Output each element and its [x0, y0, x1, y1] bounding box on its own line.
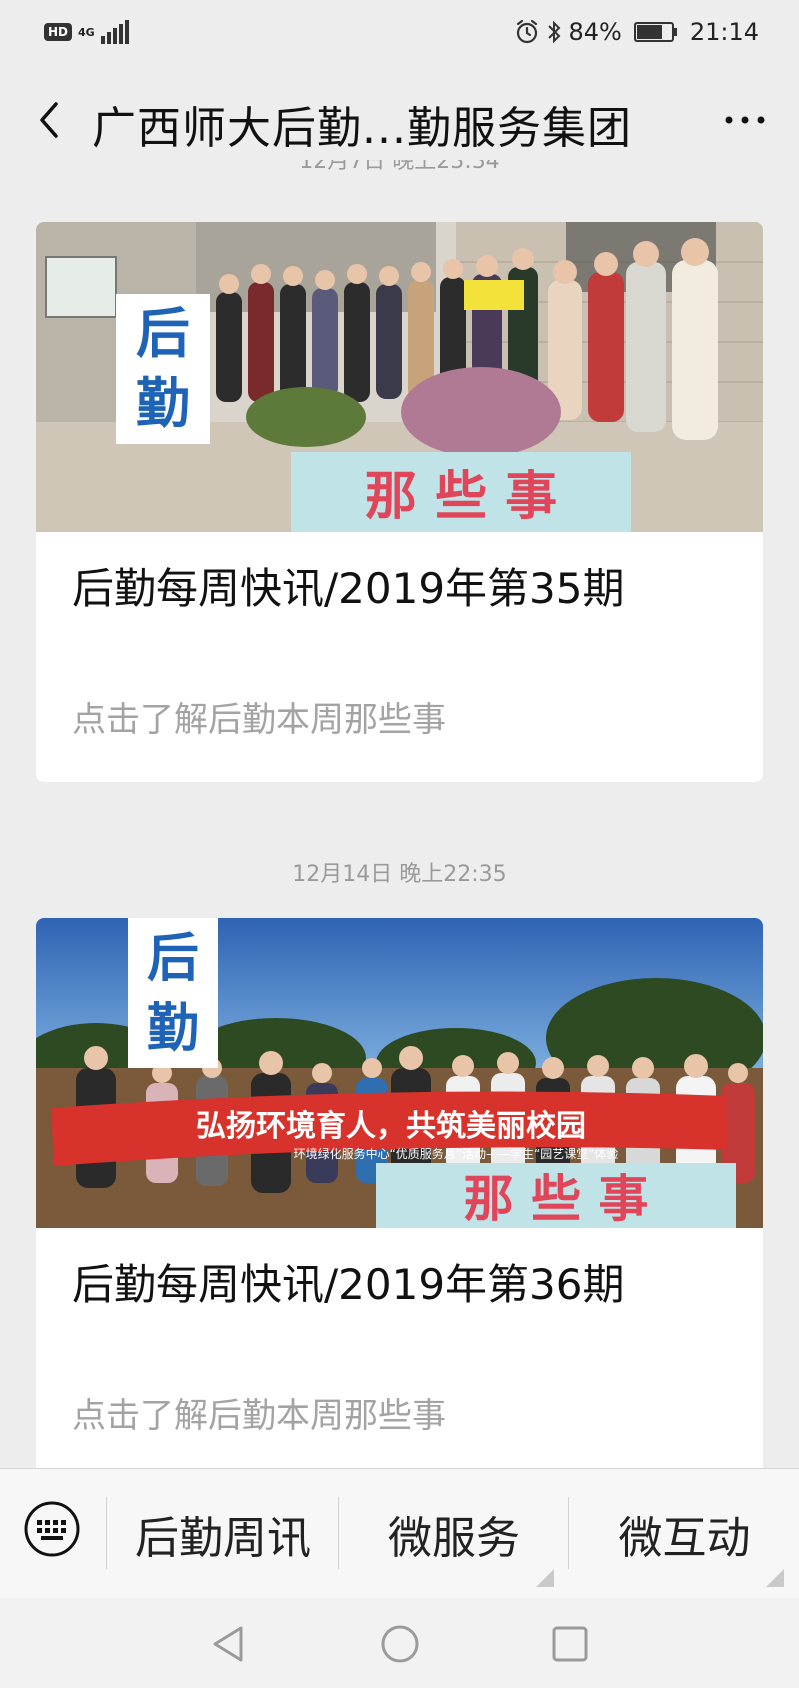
badge-char-top: 后: [147, 929, 199, 989]
hd-badge: HD: [44, 23, 73, 41]
bluetooth-icon: [548, 20, 561, 44]
article-card[interactable]: 后 勤 那 些 事 后勤每周快讯/2019年第35期 点击了解后勤本周那些事: [36, 222, 763, 782]
submenu-corner-icon: [536, 1569, 554, 1587]
photo-banner-sub: 环境绿化服务中心“优质服务月”活动——学生“园艺课堂”体验: [294, 1146, 619, 1161]
article-cover-image: 弘扬环境育人，共筑美丽校园 环境绿化服务中心“优质服务月”活动——学生“园艺课堂…: [36, 918, 763, 1228]
system-nav-bar: [0, 1598, 799, 1688]
nav-bar: 广西师大后勤...勤服务集团: [0, 70, 799, 170]
page-title: 广西师大后勤...勤服务集团: [92, 103, 632, 154]
article-digest: 点击了解后勤本周那些事: [72, 1396, 446, 1436]
recents-square-icon[interactable]: [546, 1620, 594, 1668]
network-type: 4G: [78, 25, 95, 39]
submenu-corner-icon: [766, 1569, 784, 1587]
photo-banner-main: 弘扬环境育人，共筑美丽校园: [196, 1109, 586, 1144]
badge-char-bottom: 勤: [147, 999, 199, 1059]
more-dots-icon[interactable]: [721, 105, 769, 135]
menu-divider: [568, 1497, 569, 1569]
status-bar: HD 4G 84% 21:14: [0, 0, 799, 70]
battery-icon: [633, 22, 677, 42]
clock: 21:14: [689, 18, 759, 46]
chevron-left-icon[interactable]: [30, 96, 70, 144]
battery-level: [636, 25, 662, 39]
home-circle-icon[interactable]: [376, 1620, 424, 1668]
battery-percent: 84%: [568, 18, 622, 46]
menu-item-service[interactable]: 微服务: [340, 1469, 568, 1599]
article-title: 后勤每周快讯/2019年第36期: [72, 1260, 625, 1309]
menu-item-interact[interactable]: 微互动: [570, 1469, 799, 1599]
group-photo: 弘扬环境育人，共筑美丽校园 环境绿化服务中心“优质服务月”活动——学生“园艺课堂…: [36, 918, 763, 1228]
article-title: 后勤每周快讯/2019年第35期: [72, 564, 625, 613]
signal-icon: [100, 20, 129, 44]
banner-text: 那 些 事: [365, 467, 557, 527]
menu-divider: [106, 1497, 107, 1569]
group-photo: 后 勤 那 些 事: [36, 222, 763, 532]
alarm-icon: [517, 19, 538, 44]
message-timestamp: 12月7日 晚上23:34: [299, 160, 500, 174]
status-left: HD 4G: [44, 20, 129, 44]
banner-text: 那 些 事: [464, 1170, 649, 1228]
status-right: 84% 21:14: [514, 18, 759, 46]
menu-item-weekly[interactable]: 后勤周讯: [108, 1469, 338, 1599]
message-timestamp: 12月14日 晚上22:35: [292, 862, 507, 887]
article-card[interactable]: 弘扬环境育人，共筑美丽校园 环境绿化服务中心“优质服务月”活动——学生“园艺课堂…: [36, 918, 763, 1478]
badge-char-bottom: 勤: [136, 372, 190, 435]
back-triangle-icon[interactable]: [205, 1620, 253, 1668]
article-digest: 点击了解后勤本周那些事: [72, 700, 446, 740]
keyboard-icon[interactable]: [22, 1499, 82, 1559]
badge-char-top: 后: [136, 302, 190, 365]
article-cover-image: 后 勤 那 些 事: [36, 222, 763, 532]
menu-divider: [338, 1497, 339, 1569]
bottom-menu: 后勤周讯 微服务 微互动: [0, 1468, 799, 1599]
